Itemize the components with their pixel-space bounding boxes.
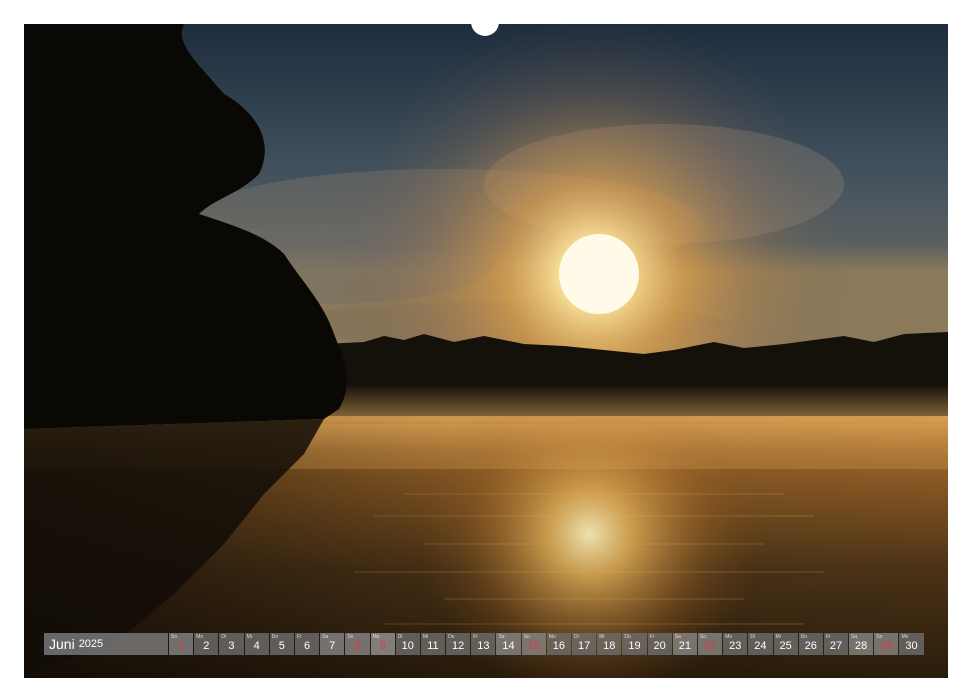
day-number: 4 (253, 640, 260, 652)
day-cell: Fr 13 (471, 633, 496, 655)
day-number: 7 (329, 640, 336, 652)
day-cell: Di 17 (572, 633, 597, 655)
day-number: 28 (855, 640, 868, 652)
day-number: 21 (678, 640, 691, 652)
day-cell: Do 12 (446, 633, 471, 655)
day-cell: So 29 (874, 633, 899, 655)
day-number: 5 (278, 640, 285, 652)
day-cell: Mo 30 (899, 633, 924, 655)
day-cell: Di 24 (748, 633, 773, 655)
day-cell: Mo 9 (370, 633, 395, 655)
day-cell: Sa 28 (849, 633, 874, 655)
day-cell: Mi 11 (420, 633, 446, 655)
day-number: 15 (527, 640, 540, 652)
day-number: 8 (354, 640, 361, 652)
day-cell: Di 3 (219, 633, 244, 655)
day-number: 27 (829, 640, 843, 652)
day-number: 22 (703, 640, 717, 652)
day-number: 11 (427, 640, 439, 652)
day-cell: Mi 25 (773, 633, 798, 655)
day-cell: Sa 14 (496, 633, 521, 655)
day-cell: Sa 7 (320, 633, 345, 655)
day-cell: So 1 (169, 633, 194, 655)
day-number: 26 (804, 640, 817, 652)
day-number: 29 (880, 640, 893, 652)
day-number: 25 (779, 640, 792, 652)
day-number: 16 (552, 640, 566, 652)
day-number: 30 (905, 640, 918, 652)
day-number: 18 (603, 640, 616, 652)
day-cells: So 1 Mo 2 Di 3 Mi 4 Do 5 Fr 6 Sa 7 So 8 Mo 9 Di 10 Mi 11 Do 12 F… (169, 633, 924, 655)
day-number: 12 (452, 640, 465, 652)
month-label: Juni 2025 (44, 633, 168, 655)
day-cell: So 8 (345, 633, 370, 655)
sunrise-lake-image (24, 24, 948, 678)
day-cell: Do 26 (798, 633, 823, 655)
day-number: 19 (628, 640, 641, 652)
day-cell: Di 10 (395, 633, 420, 655)
day-number: 6 (303, 640, 311, 652)
day-cell: Mo 2 (194, 633, 219, 655)
month-calendar-strip: Juni 2025 So 1 Mo 2 Di 3 Mi 4 Do 5 Fr 6 Sa 7 So 8 Mo 9 Di 1… (44, 633, 924, 655)
day-number: 3 (228, 640, 235, 652)
day-number: 14 (502, 640, 515, 652)
day-cell: Mi 18 (597, 633, 622, 655)
day-number: 13 (477, 640, 490, 652)
day-cell: So 15 (521, 633, 546, 655)
day-number: 1 (178, 640, 185, 652)
day-number: 10 (401, 640, 414, 652)
day-cell: Fr 20 (647, 633, 672, 655)
day-cell: Fr 6 (294, 633, 320, 655)
month-name: Juni (49, 636, 75, 652)
day-number: 24 (754, 640, 767, 652)
day-number: 9 (379, 640, 386, 652)
day-number: 17 (577, 640, 591, 652)
day-cell: Do 5 (269, 633, 294, 655)
day-cell: Do 19 (622, 633, 647, 655)
month-year: 2025 (78, 638, 104, 650)
day-cell: So 22 (697, 633, 723, 655)
day-number: 2 (203, 640, 210, 652)
day-cell: Sa 21 (672, 633, 697, 655)
day-cell: Fr 27 (823, 633, 849, 655)
day-cell: Mo 16 (546, 633, 571, 655)
day-cell: Mi 4 (244, 633, 269, 655)
day-number: 20 (653, 640, 666, 652)
day-number: 23 (729, 640, 742, 652)
day-cell: Mo 23 (723, 633, 748, 655)
calendar-photo (24, 24, 948, 678)
